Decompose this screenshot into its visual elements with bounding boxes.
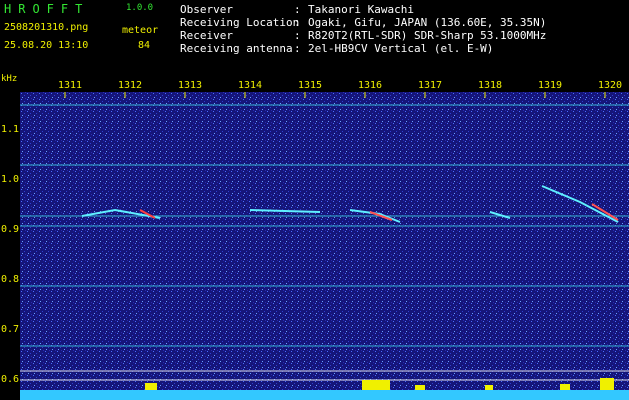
x-tick-1313: 1313: [178, 80, 203, 91]
x-tick-1317: 1317: [418, 80, 443, 91]
file-datetime: 25.08.20 13:10: [4, 40, 89, 51]
x-tick-1320: 1320: [598, 80, 623, 91]
meteor-count: 84: [138, 40, 151, 51]
info-row-location: Receiving Location: Ogaki, Gifu, JAPAN (1…: [180, 16, 547, 29]
info-row-antenna: Receiving antenna: 2el-HB9CV Vertical (el…: [180, 42, 494, 55]
info-row-receiver: Receiver: R820T2(RTL-SDR) SDR-Sharp 53.10…: [180, 29, 547, 42]
file-name: 2508201310.png: [4, 22, 89, 33]
y-axis-unit: kHz: [1, 74, 18, 84]
spectrum-background: [20, 92, 629, 400]
app-version: 1.0.0: [126, 3, 154, 13]
x-tick-1311: 1311: [58, 80, 83, 91]
app-name: HROFFT: [4, 2, 90, 16]
x-tick-1314: 1314: [238, 80, 263, 91]
spectrogram: [20, 92, 629, 400]
y-tick-0.6: 0.6: [1, 374, 20, 385]
y-tick-0.7: 0.7: [1, 324, 20, 335]
x-tick-1319: 1319: [538, 80, 563, 91]
info-row-observer: Observer: Takanori Kawachi: [180, 3, 414, 16]
header: HROFFT 1.0.0 2508201310.png 25.08.20 13:…: [0, 0, 629, 76]
y-tick-1.1: 1.1: [1, 124, 20, 135]
y-tick-1.0: 1.0: [1, 174, 20, 185]
y-tick-0.8: 0.8: [1, 274, 20, 285]
meteor-label: meteor: [122, 25, 159, 36]
x-tick-1318: 1318: [478, 80, 503, 91]
x-tick-1316: 1316: [358, 80, 383, 91]
x-tick-1315: 1315: [298, 80, 323, 91]
y-tick-0.9: 0.9: [1, 224, 20, 235]
x-tick-1312: 1312: [118, 80, 143, 91]
station-info: Observer: Takanori Kawachi Receiving Loca…: [180, 3, 546, 55]
spectrum-baseline: [20, 390, 629, 400]
